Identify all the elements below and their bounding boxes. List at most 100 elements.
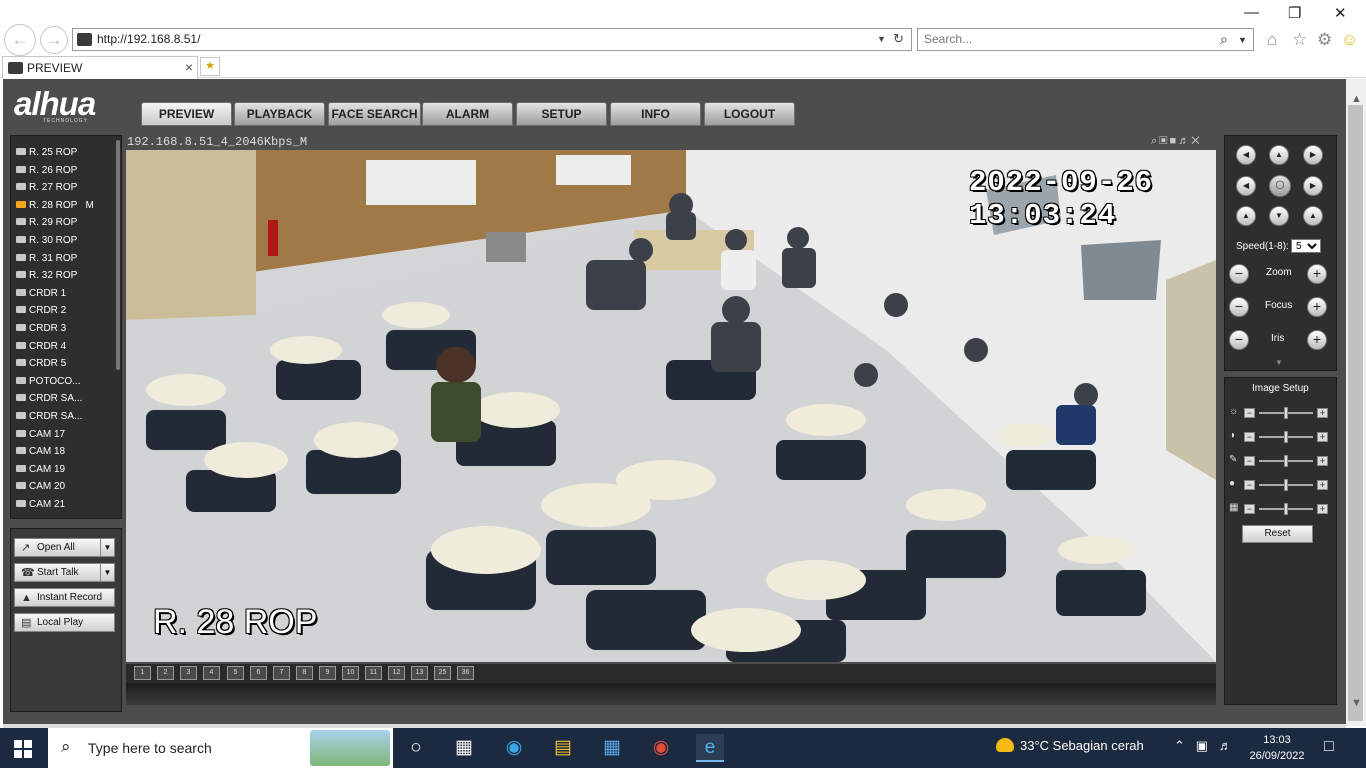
search-icon[interactable]: ⌕ [1220, 31, 1228, 48]
channel-item[interactable]: R. 30 ROP [16, 232, 114, 249]
zoom-out-button[interactable]: − [1229, 264, 1249, 284]
iris-close-button[interactable]: − [1229, 330, 1249, 350]
edge-icon[interactable]: ◉ [500, 734, 528, 762]
address-bar[interactable]: http://192.168.8.51/ ▼ ↻ [72, 28, 912, 51]
search-box[interactable]: ⌕ ▼ [917, 28, 1254, 51]
channel-item[interactable]: R. 29 ROP [16, 214, 114, 231]
search-input[interactable] [924, 32, 1204, 46]
split-mode-button[interactable]: 11 [365, 666, 382, 680]
increase-button[interactable]: + [1317, 408, 1328, 418]
nav-playback[interactable]: PLAYBACK [234, 102, 325, 126]
slider-knob[interactable] [1284, 407, 1288, 419]
split-mode-button[interactable]: 7 [273, 666, 290, 680]
split-mode-button[interactable]: 5 [227, 666, 244, 680]
speed-select[interactable]: 12345678 [1291, 239, 1321, 253]
split-mode-button[interactable]: 2 [157, 666, 174, 680]
split-mode-button[interactable]: 25 [434, 666, 451, 680]
refresh-icon[interactable]: ↻ [893, 31, 904, 47]
increase-button[interactable]: + [1317, 432, 1328, 442]
close-window-icon[interactable]: ✕ [1334, 4, 1347, 22]
ptz-up-right-button[interactable]: ▶ [1303, 145, 1323, 165]
decrease-button[interactable]: − [1244, 408, 1255, 418]
open-all-button[interactable]: ↗ Open All ▼ [14, 538, 115, 557]
address-dropdown-icon[interactable]: ▼ [877, 34, 886, 44]
saturation-slider[interactable]: ✎ − + [1229, 454, 1334, 468]
feedback-smiley-icon[interactable]: ☺ [1341, 30, 1358, 50]
brightness-slider[interactable]: ☼ − + [1229, 406, 1334, 420]
back-button[interactable]: ← [4, 24, 36, 56]
scroll-down-icon[interactable]: ▼ [1351, 697, 1362, 709]
split-mode-button[interactable]: 9 [319, 666, 336, 680]
taskbar-search[interactable]: ⌕ Type here to search [48, 728, 393, 768]
zoom-in-button[interactable]: + [1307, 264, 1327, 284]
scroll-up-icon[interactable]: ▲ [1351, 93, 1362, 105]
ptz-down-right-button[interactable]: ▲ [1303, 206, 1323, 226]
open-all-dropdown-icon[interactable]: ▼ [100, 538, 114, 557]
decrease-button[interactable]: − [1244, 432, 1255, 442]
nav-alarm[interactable]: ALARM [422, 102, 513, 126]
decrease-button[interactable]: − [1244, 480, 1255, 490]
page-scrollbar[interactable]: ▲ ▼ [1346, 79, 1366, 726]
increase-button[interactable]: + [1317, 456, 1328, 466]
sharpness-slider[interactable]: ▦ − + [1229, 502, 1334, 516]
notification-icon[interactable]: □ [1324, 738, 1334, 756]
cortana-icon[interactable]: ○ [402, 734, 430, 762]
channel-item[interactable]: R. 31 ROP [16, 250, 114, 267]
channel-item[interactable]: CAM 21 [16, 496, 114, 513]
ptz-up-left-button[interactable]: ◀ [1236, 145, 1256, 165]
slider-knob[interactable] [1284, 479, 1288, 491]
channel-item[interactable]: CRDR 1 [16, 285, 114, 302]
reset-button[interactable]: Reset [1242, 525, 1313, 543]
channel-item[interactable]: CRDR SA... [16, 408, 114, 425]
internet-explorer-icon[interactable]: e [696, 734, 724, 762]
contrast-slider[interactable]: ◑ − + [1229, 430, 1334, 444]
local-play-button[interactable]: ▤ Local Play [14, 613, 115, 632]
volume-muted-icon[interactable]: ♬ [1219, 738, 1232, 753]
split-mode-button[interactable]: 12 [388, 666, 405, 680]
ptz-right-button[interactable]: ▶ [1303, 176, 1323, 196]
channel-item[interactable]: CRDR 4 [16, 338, 114, 355]
nav-info[interactable]: INFO [610, 102, 701, 126]
channel-item[interactable]: CRDR 3 [16, 320, 114, 337]
channel-item[interactable]: CAM 17 [16, 426, 114, 443]
focus-in-button[interactable]: + [1307, 297, 1327, 317]
windows-start-icon[interactable] [14, 740, 32, 758]
split-mode-button[interactable]: 3 [180, 666, 197, 680]
camera-icon[interactable]: ■ [1170, 135, 1179, 147]
channel-list-scrollbar[interactable] [116, 140, 120, 370]
taskbar-clock[interactable]: 13:03 26/09/2022 [1248, 732, 1306, 764]
chrome-icon[interactable]: ◉ [647, 734, 675, 762]
ptz-center-button[interactable]: ◯ [1269, 175, 1291, 197]
start-talk-dropdown-icon[interactable]: ▼ [100, 563, 114, 582]
increase-button[interactable]: + [1317, 480, 1328, 490]
nav-setup[interactable]: SETUP [516, 102, 607, 126]
close-video-icon[interactable]: ✕ [1191, 135, 1201, 147]
new-tab-button[interactable]: ★ [200, 57, 220, 76]
ptz-up-button[interactable]: ▲ [1269, 145, 1289, 165]
ptz-left-button[interactable]: ◀ [1236, 176, 1256, 196]
slider-knob[interactable] [1284, 455, 1288, 467]
channel-item[interactable]: R. 26 ROP [16, 162, 114, 179]
channel-item[interactable]: CAM 20 [16, 478, 114, 495]
split-mode-button[interactable]: 36 [457, 666, 474, 680]
collapse-arrow-icon[interactable]: ▼ [1275, 358, 1283, 367]
decrease-button[interactable]: − [1244, 456, 1255, 466]
channel-item[interactable]: POTOCO... [16, 373, 114, 390]
hue-slider[interactable]: ● − + [1229, 478, 1334, 492]
channel-item[interactable]: CRDR SA... [16, 390, 114, 407]
slider-knob[interactable] [1284, 503, 1288, 515]
video-feed[interactable]: 2022-09-26 13:03:24 R. 28 ROP [126, 150, 1216, 662]
tab-close-icon[interactable]: × [185, 59, 193, 75]
start-talk-button[interactable]: ☎ Start Talk ▼ [14, 563, 115, 582]
split-mode-button[interactable]: 1 [134, 666, 151, 680]
task-view-icon[interactable]: ▦ [450, 734, 478, 762]
minimize-icon[interactable]: — [1244, 4, 1259, 21]
iris-open-button[interactable]: + [1307, 330, 1327, 350]
channel-item-selected[interactable]: R. 28 ROP M [16, 197, 114, 214]
focus-out-button[interactable]: − [1229, 297, 1249, 317]
favorites-star-icon[interactable]: ☆ [1292, 30, 1307, 50]
network-icon[interactable]: ▣ [1196, 738, 1208, 753]
nav-face-search[interactable]: FACE SEARCH [328, 102, 421, 126]
instant-record-button[interactable]: ▲ Instant Record [14, 588, 115, 607]
home-icon[interactable]: ⌂ [1267, 30, 1277, 50]
